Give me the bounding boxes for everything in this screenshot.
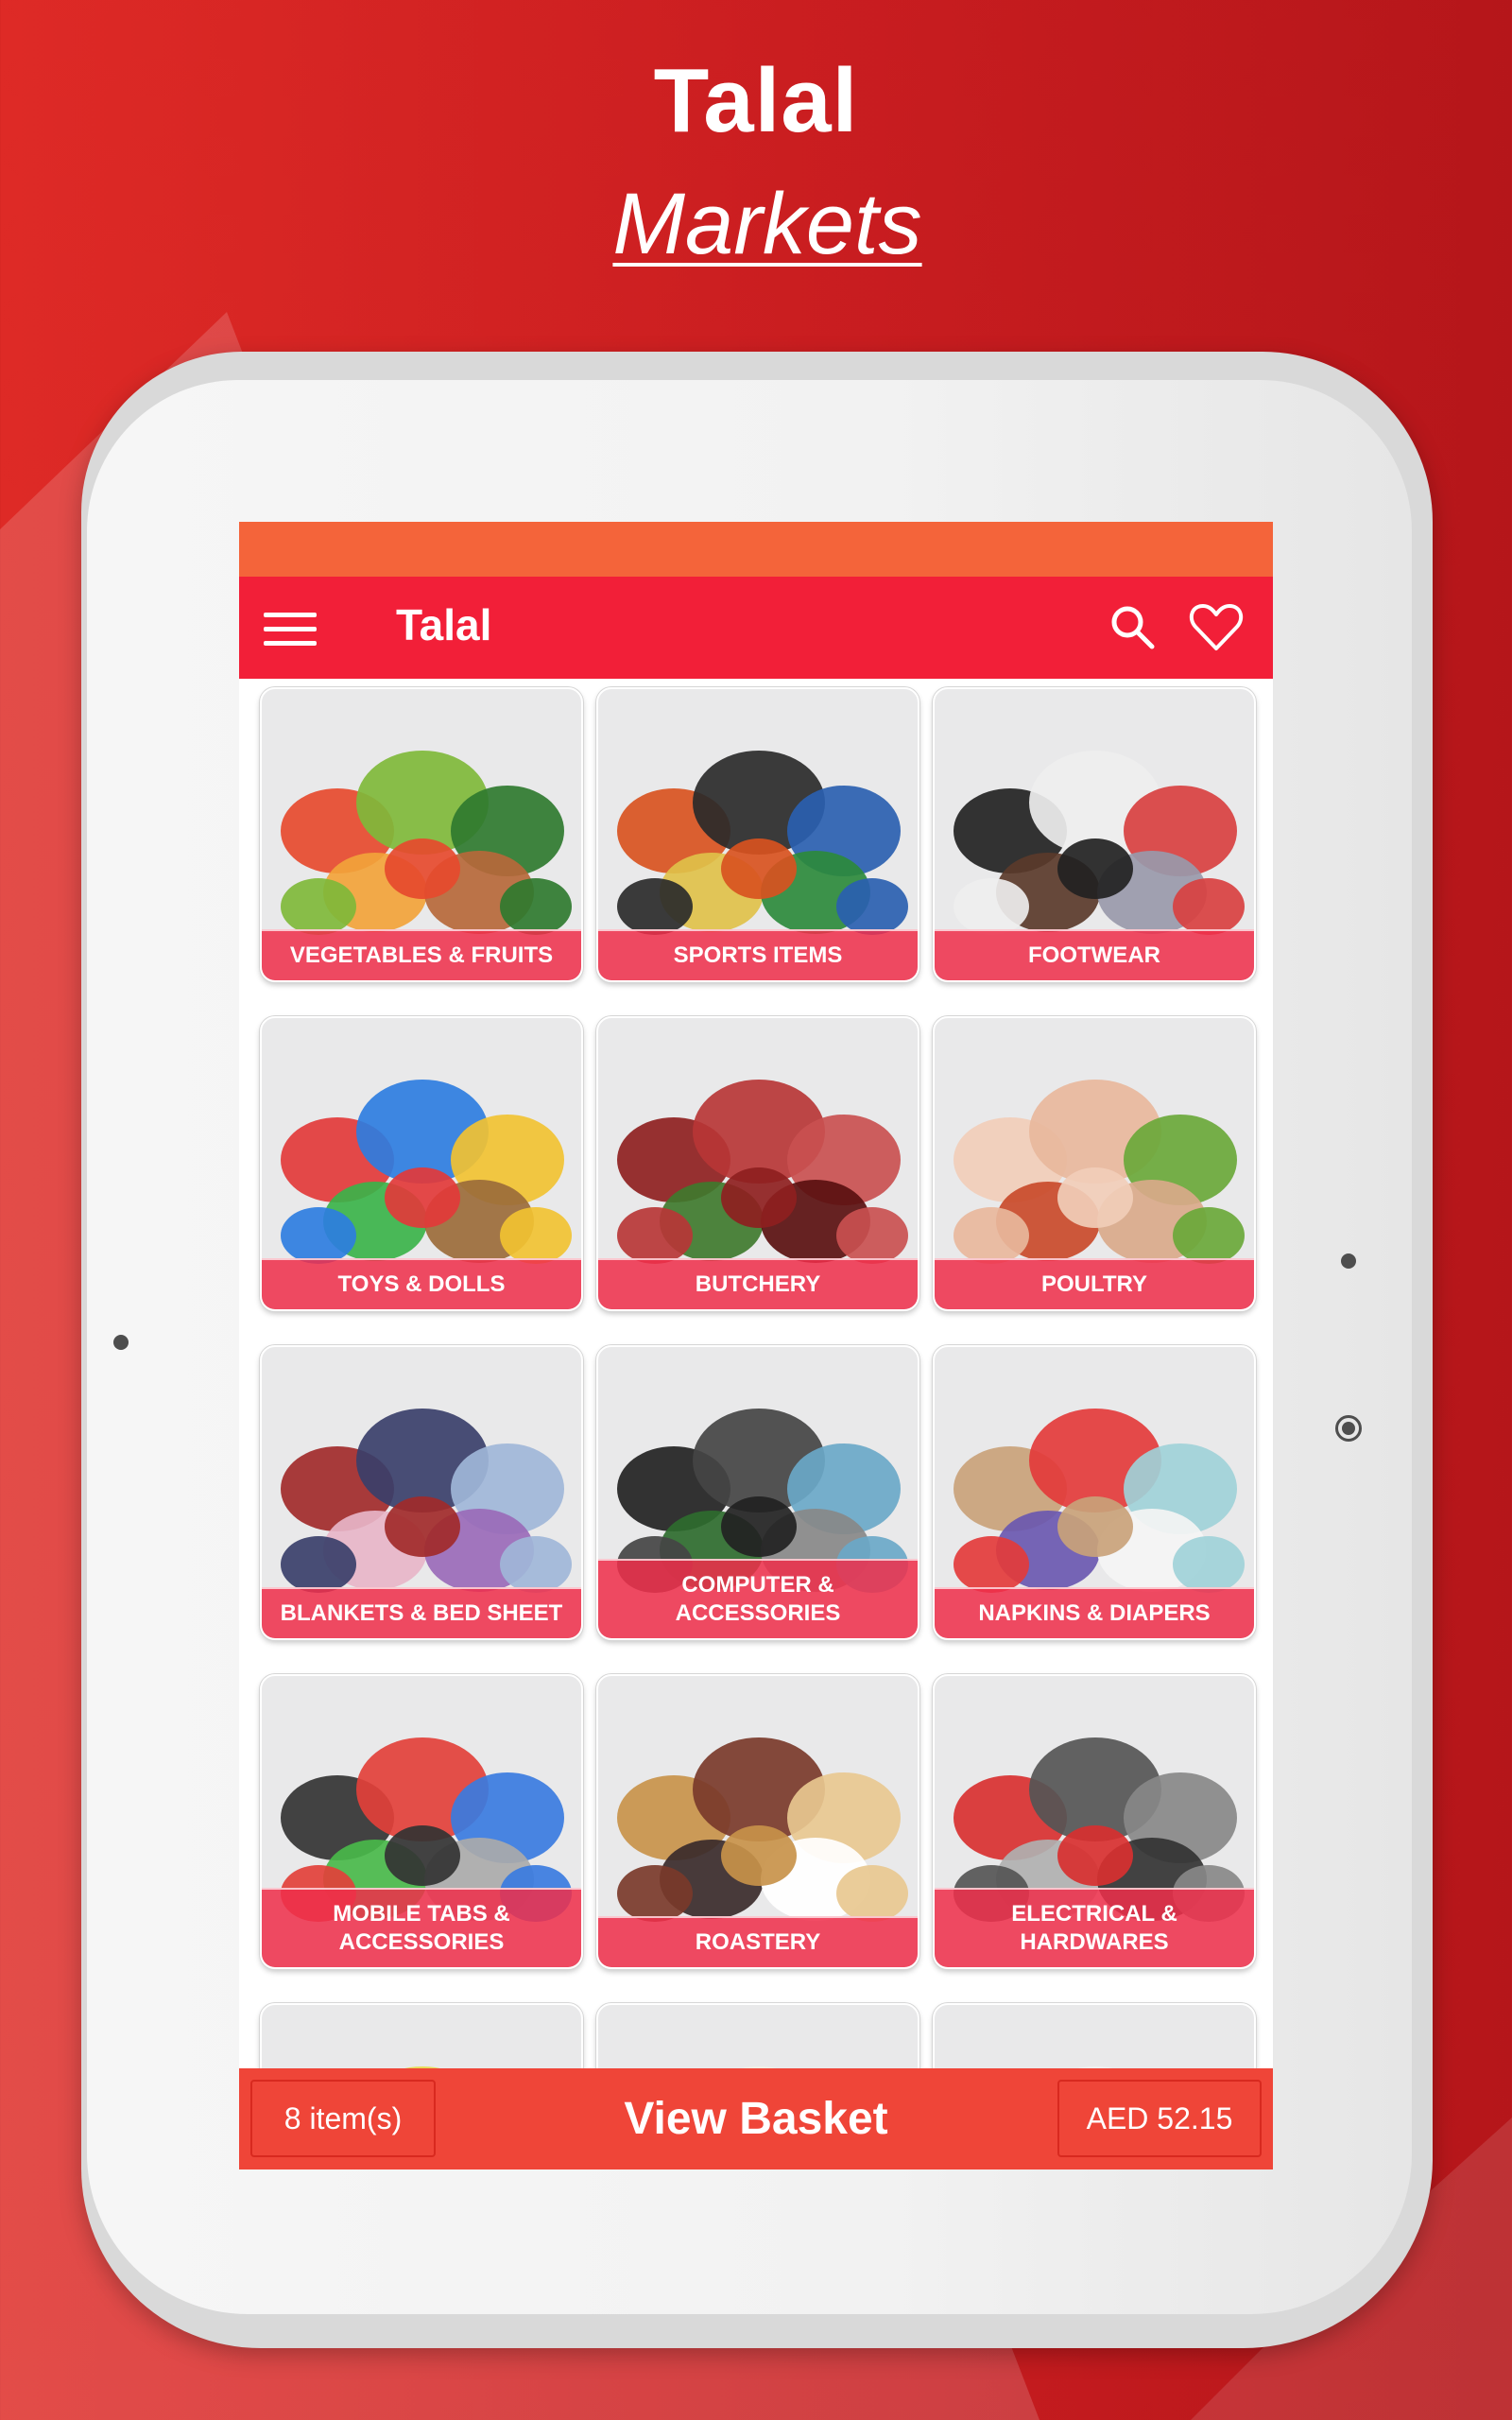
category-grid: VEGETABLES & FRUITS SPORTS ITEMS FOOTWEAR T… [239, 679, 1273, 2169]
basket-item-count: 8 item(s) [250, 2080, 436, 2157]
category-card[interactable]: BUTCHERY [596, 1016, 919, 1311]
status-bar [239, 522, 1273, 577]
hero-title: Talal [653, 50, 859, 151]
category-label: ROASTERY [598, 1916, 918, 1967]
category-label: FOOTWEAR [935, 929, 1254, 980]
category-card[interactable]: MOBILE TABS & ACCESSORIES [260, 1674, 583, 1969]
category-card[interactable]: TOYS & DOLLS [260, 1016, 583, 1311]
tablet-camera-dot [113, 1335, 129, 1350]
app-toolbar: Talal [239, 577, 1273, 679]
category-label: NAPKINS & DIAPERS [935, 1587, 1254, 1638]
category-card[interactable]: POULTRY [933, 1016, 1256, 1311]
tablet-sensor-dot [1341, 1253, 1356, 1269]
toolbar-title: Talal [396, 600, 492, 649]
category-label: SPORTS ITEMS [598, 929, 918, 980]
category-label: COMPUTER & ACCESSORIES [598, 1559, 918, 1638]
category-label: BUTCHERY [598, 1258, 918, 1309]
category-label: POULTRY [935, 1258, 1254, 1309]
category-card[interactable]: BLANKETS & BED SHEET [260, 1345, 583, 1640]
category-label: BLANKETS & BED SHEET [262, 1587, 581, 1638]
category-label: TOYS & DOLLS [262, 1258, 581, 1309]
category-card[interactable]: ROASTERY [596, 1674, 919, 1969]
app-screen: Talal VEGETABLES & FRUITS SPORTS ITEMS FOO… [239, 522, 1273, 2169]
heart-icon[interactable] [1188, 601, 1244, 654]
hero-subtitle: Markets [0, 175, 1512, 274]
category-card[interactable]: COMPUTER & ACCESSORIES [596, 1345, 919, 1640]
view-basket-bar[interactable]: View Basket 8 item(s) AED 52.15 [239, 2068, 1273, 2169]
category-card[interactable]: ELECTRICAL & HARDWARES [933, 1674, 1256, 1969]
category-label: ELECTRICAL & HARDWARES [935, 1888, 1254, 1967]
category-card[interactable]: VEGETABLES & FRUITS [260, 687, 583, 982]
basket-total: AED 52.15 [1057, 2080, 1262, 2157]
category-label: VEGETABLES & FRUITS [262, 929, 581, 980]
category-card[interactable]: FOOTWEAR [933, 687, 1256, 982]
category-card[interactable]: NAPKINS & DIAPERS [933, 1345, 1256, 1640]
category-card[interactable]: SPORTS ITEMS [596, 687, 919, 982]
tablet-home-button [1335, 1415, 1362, 1442]
category-label: MOBILE TABS & ACCESSORIES [262, 1888, 581, 1967]
hero-subtitle-text: Markets [612, 176, 922, 272]
search-icon[interactable] [1107, 601, 1160, 654]
hamburger-menu-icon[interactable] [264, 613, 317, 647]
